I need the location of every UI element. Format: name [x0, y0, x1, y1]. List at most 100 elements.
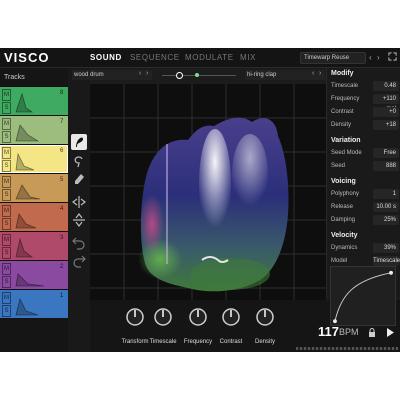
- damping-label: Damping: [331, 217, 356, 223]
- app-logo: VISCO: [4, 50, 50, 65]
- release-label: Release: [331, 204, 354, 210]
- tool-column: [68, 68, 90, 352]
- seed-mode-select[interactable]: Free: [373, 148, 399, 158]
- knob-frequency[interactable]: [187, 306, 209, 328]
- track-row[interactable]: MS 1: [0, 289, 68, 318]
- solo-button[interactable]: S: [2, 247, 11, 259]
- tab-mix[interactable]: MIX: [240, 53, 256, 62]
- solo-button[interactable]: S: [2, 102, 11, 114]
- flip-horizontal-icon[interactable]: [71, 194, 87, 210]
- velocity-section-title: Velocity: [331, 232, 358, 239]
- voicing-section-title: Voicing: [331, 178, 356, 185]
- polyphony-field[interactable]: 1: [373, 189, 399, 199]
- contrast-field[interactable]: +0: [373, 107, 399, 117]
- seed-label: Seed: [331, 163, 346, 169]
- tab-modulate[interactable]: MODULATE: [185, 53, 234, 62]
- track-number: 2: [60, 264, 64, 270]
- sound-a-prev-icon[interactable]: ‹: [139, 70, 141, 77]
- track-number: 5: [60, 177, 64, 183]
- knob-timescale[interactable]: [152, 306, 174, 328]
- density-field[interactable]: +18: [373, 120, 399, 130]
- model-select[interactable]: Timescale: [373, 256, 400, 266]
- track-number: 4: [60, 206, 64, 212]
- knob-density[interactable]: [254, 306, 276, 328]
- mute-button[interactable]: M: [2, 176, 11, 188]
- release-field[interactable]: 10.00 s: [373, 202, 399, 212]
- track-number: 6: [60, 148, 64, 154]
- blend-slider-handle[interactable]: [176, 72, 183, 79]
- track-row[interactable]: MS 7: [0, 115, 68, 144]
- knob-transform[interactable]: [124, 306, 146, 328]
- timescale-label: Timescale: [331, 83, 359, 89]
- seed-field[interactable]: 888: [373, 161, 399, 171]
- tracks-panel: Tracks MS8MS7MS6MS5MS4MS3MS2MS1: [0, 68, 68, 352]
- track-row[interactable]: MS 3: [0, 231, 68, 260]
- variation-section-title: Variation: [331, 137, 361, 144]
- mute-button[interactable]: M: [2, 234, 11, 246]
- damping-field[interactable]: 25%: [373, 215, 399, 225]
- density-label: Density: [331, 122, 352, 128]
- preset-next-icon[interactable]: ›: [377, 53, 380, 62]
- sound-b-next-icon[interactable]: ›: [319, 70, 321, 77]
- solo-button[interactable]: S: [2, 131, 11, 143]
- eraser-icon[interactable]: [71, 170, 87, 186]
- model-label: Model: [331, 258, 348, 264]
- sound-b-prev-icon[interactable]: ‹: [312, 70, 314, 77]
- solo-button[interactable]: S: [2, 276, 11, 288]
- velocity-curve-editor[interactable]: [330, 266, 396, 326]
- flip-vertical-icon[interactable]: [71, 212, 87, 228]
- solo-button[interactable]: S: [2, 218, 11, 230]
- polyphony-label: Polyphony: [331, 191, 360, 197]
- track-envelope-icon: [15, 92, 34, 113]
- bpm-unit: BPM: [339, 327, 359, 337]
- tab-sequence[interactable]: SEQUENCE: [130, 53, 180, 62]
- contrast-label: Contrast: [331, 109, 354, 115]
- blend-indicator: [195, 73, 199, 77]
- bpm-value[interactable]: 117: [318, 324, 339, 339]
- brush-icon[interactable]: [71, 134, 87, 150]
- track-envelope-icon: [15, 297, 39, 316]
- track-envelope-icon: [15, 273, 45, 287]
- track-envelope-icon: [15, 237, 34, 258]
- mute-button[interactable]: M: [2, 292, 11, 304]
- track-row[interactable]: MS 6: [0, 144, 68, 173]
- tab-sound[interactable]: SOUND: [90, 53, 122, 62]
- mute-button[interactable]: M: [2, 118, 11, 130]
- undo-icon[interactable]: [71, 234, 87, 250]
- track-envelope-icon: [15, 213, 37, 229]
- seed-mode-label: Seed Mode: [331, 150, 362, 156]
- track-row[interactable]: MS 5: [0, 173, 68, 202]
- preset-selector[interactable]: Timewarp Reuse: [300, 52, 366, 64]
- preset-prev-icon[interactable]: ‹: [369, 53, 372, 62]
- solo-button[interactable]: S: [2, 189, 11, 201]
- track-row[interactable]: MS 4: [0, 202, 68, 231]
- lasso-icon[interactable]: [71, 154, 87, 170]
- solo-button[interactable]: S: [2, 160, 11, 172]
- track-number: 3: [60, 235, 64, 241]
- blend-slider[interactable]: [162, 75, 236, 76]
- solo-button[interactable]: S: [2, 305, 11, 317]
- mute-button[interactable]: M: [2, 263, 11, 275]
- lock-icon[interactable]: [368, 328, 376, 337]
- track-envelope-icon: [15, 124, 40, 142]
- dynamics-field[interactable]: 39%: [373, 243, 399, 253]
- knob-label: Density: [254, 339, 275, 345]
- track-row[interactable]: MS 8: [0, 86, 68, 115]
- mute-button[interactable]: M: [2, 89, 11, 101]
- modify-section-title: Modify: [331, 70, 354, 77]
- mute-button[interactable]: M: [2, 205, 11, 217]
- redo-icon[interactable]: [71, 252, 87, 268]
- timescale-field[interactable]: 0.48: [373, 81, 399, 91]
- expand-icon[interactable]: [388, 52, 397, 61]
- mute-button[interactable]: M: [2, 147, 11, 159]
- track-row[interactable]: MS 2: [0, 260, 68, 289]
- frequency-field[interactable]: +110 mel: [373, 94, 399, 112]
- knob-contrast[interactable]: [220, 306, 242, 328]
- spectrogram-canvas[interactable]: [90, 84, 326, 300]
- playback-progress: [296, 347, 398, 350]
- sound-a-next-icon[interactable]: ›: [146, 70, 148, 77]
- play-icon[interactable]: [386, 328, 394, 337]
- track-number: 8: [60, 90, 64, 96]
- parameters-panel: Modify Timescale 0.48 Frequency +110 mel…: [326, 68, 400, 298]
- dynamics-label: Dynamics: [331, 245, 358, 251]
